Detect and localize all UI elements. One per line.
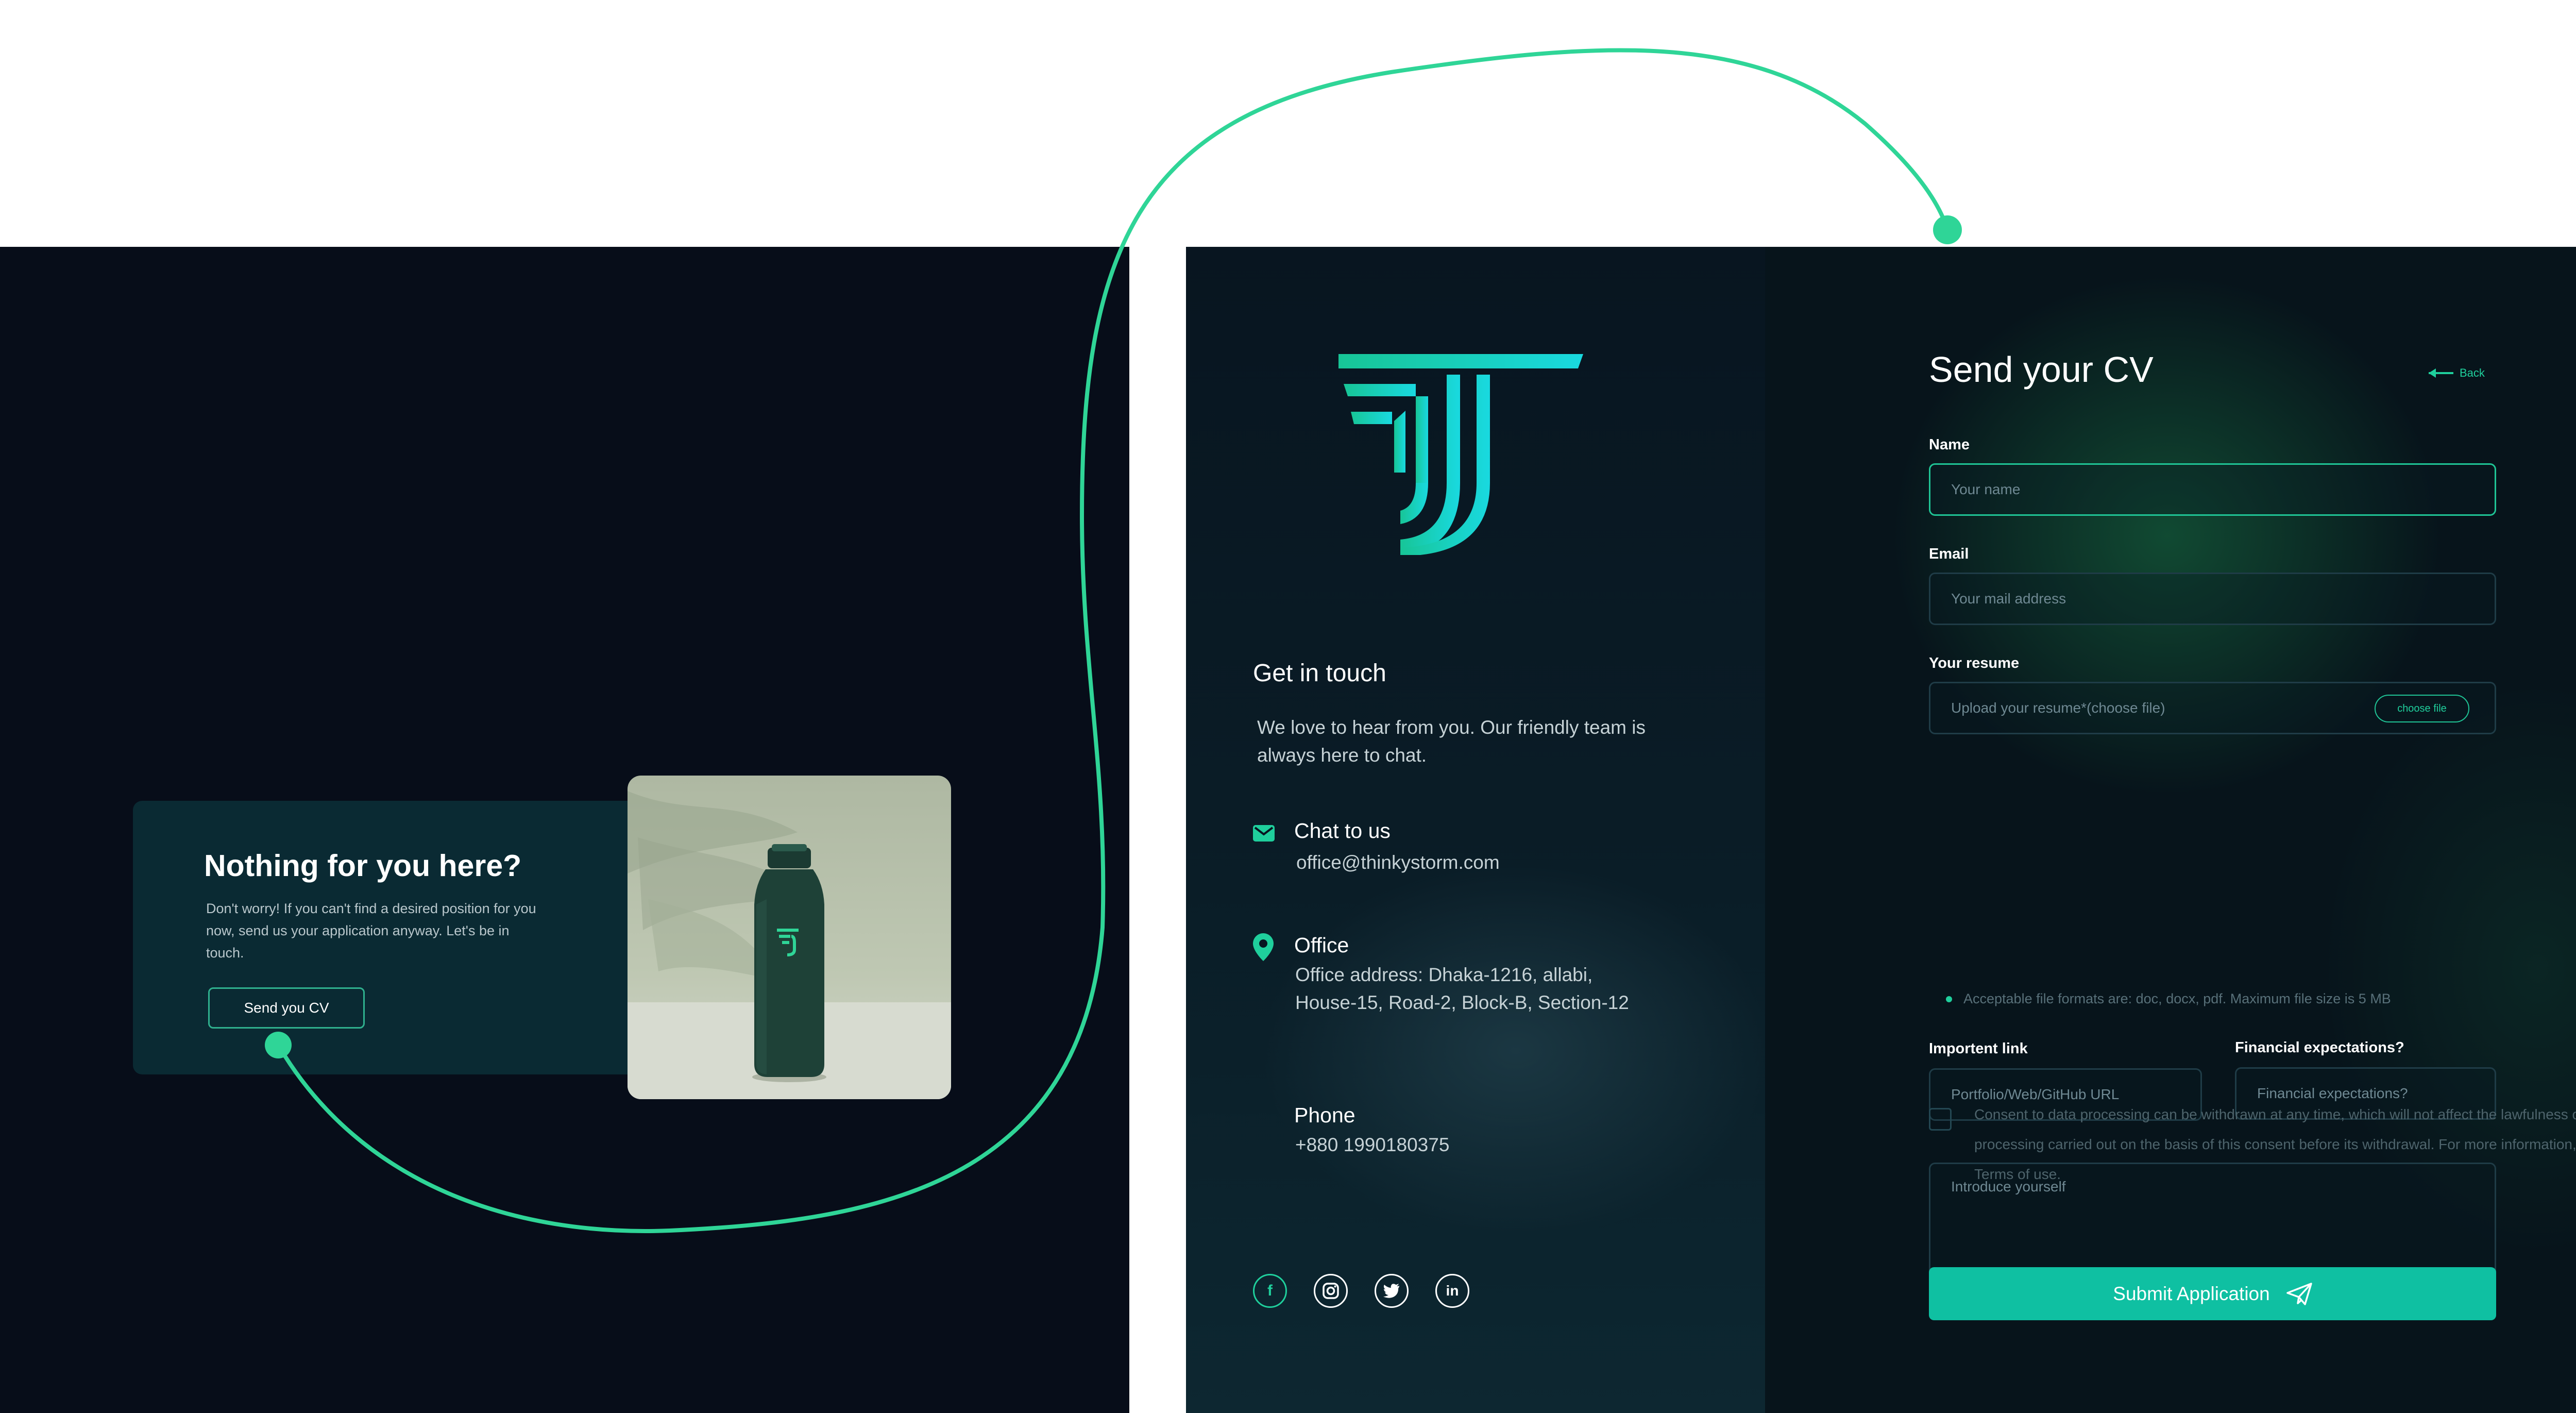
contact-column: Get in touch We love to hear from you. O… (1186, 247, 1765, 1413)
connector-end-dot (1933, 215, 1962, 244)
resume-hint: Acceptable file formats are: doc, docx, … (1946, 991, 2391, 1007)
bullet-icon (1946, 996, 1952, 1002)
back-link[interactable]: Back (2428, 366, 2485, 380)
resume-label: Your resume (1929, 655, 2020, 671)
mail-icon (1253, 825, 1275, 842)
chat-email[interactable]: office@thinkystorm.com (1296, 849, 1500, 877)
name-input[interactable]: Your name (1929, 463, 2496, 516)
promo-body: Don't worry! If you can't find a desired… (206, 901, 536, 961)
promo-card: Nothing for you here? Don't worry! If yo… (133, 801, 653, 1074)
resume-upload-field[interactable]: Upload your resume*(choose file) choose … (1929, 682, 2496, 734)
facebook-icon[interactable]: f (1253, 1274, 1287, 1308)
promo-title: Nothing for you here? (204, 849, 522, 883)
consent-text: Consent to data processing can be withdr… (1974, 1106, 2576, 1182)
bottle-image (628, 776, 951, 1099)
email-input[interactable]: Your mail address (1929, 573, 2496, 625)
finance-label: Financial expectations? (2235, 1039, 2404, 1056)
twitter-icon[interactable] (1375, 1274, 1409, 1308)
office-label: Office (1294, 933, 1349, 957)
linkedin-icon[interactable]: in (1435, 1274, 1469, 1308)
send-plane-icon (2286, 1282, 2312, 1305)
resume-hint-text: Acceptable file formats are: doc, docx, … (1963, 991, 2391, 1006)
instagram-icon[interactable] (1314, 1274, 1348, 1308)
send-cv-button[interactable]: Send you CV (208, 987, 365, 1029)
chat-label: Chat to us (1294, 819, 1391, 843)
submit-label: Submit Application (2113, 1283, 2270, 1304)
email-label: Email (1929, 546, 1969, 562)
arrow-left-icon (2429, 368, 2453, 378)
phone-number[interactable]: +880 1990180375 (1295, 1131, 1449, 1159)
get-in-touch-heading: Get in touch (1253, 660, 1386, 687)
company-logo (1338, 354, 1583, 555)
choose-file-button[interactable]: choose file (2375, 695, 2469, 722)
back-label: Back (2460, 366, 2485, 379)
submit-application-button[interactable]: Submit Application (1929, 1267, 2496, 1320)
phone-label: Phone (1294, 1103, 1355, 1127)
bottle-graphic (752, 844, 826, 1082)
cv-page-panel: Get in touch We love to hear from you. O… (1186, 247, 2576, 1413)
form-title: Send your CV (1929, 349, 2154, 390)
consent-checkbox[interactable] (1929, 1108, 1952, 1131)
name-label: Name (1929, 436, 1970, 453)
office-address: Office address: Dhaka-1216, allabi, Hous… (1295, 964, 1629, 1013)
resume-placeholder: Upload your resume*(choose file) (1951, 700, 2165, 716)
location-pin-icon (1253, 933, 1274, 961)
contact-intro: We love to hear from you. Our friendly t… (1257, 717, 1646, 766)
link-label: Importent link (1929, 1040, 2028, 1057)
